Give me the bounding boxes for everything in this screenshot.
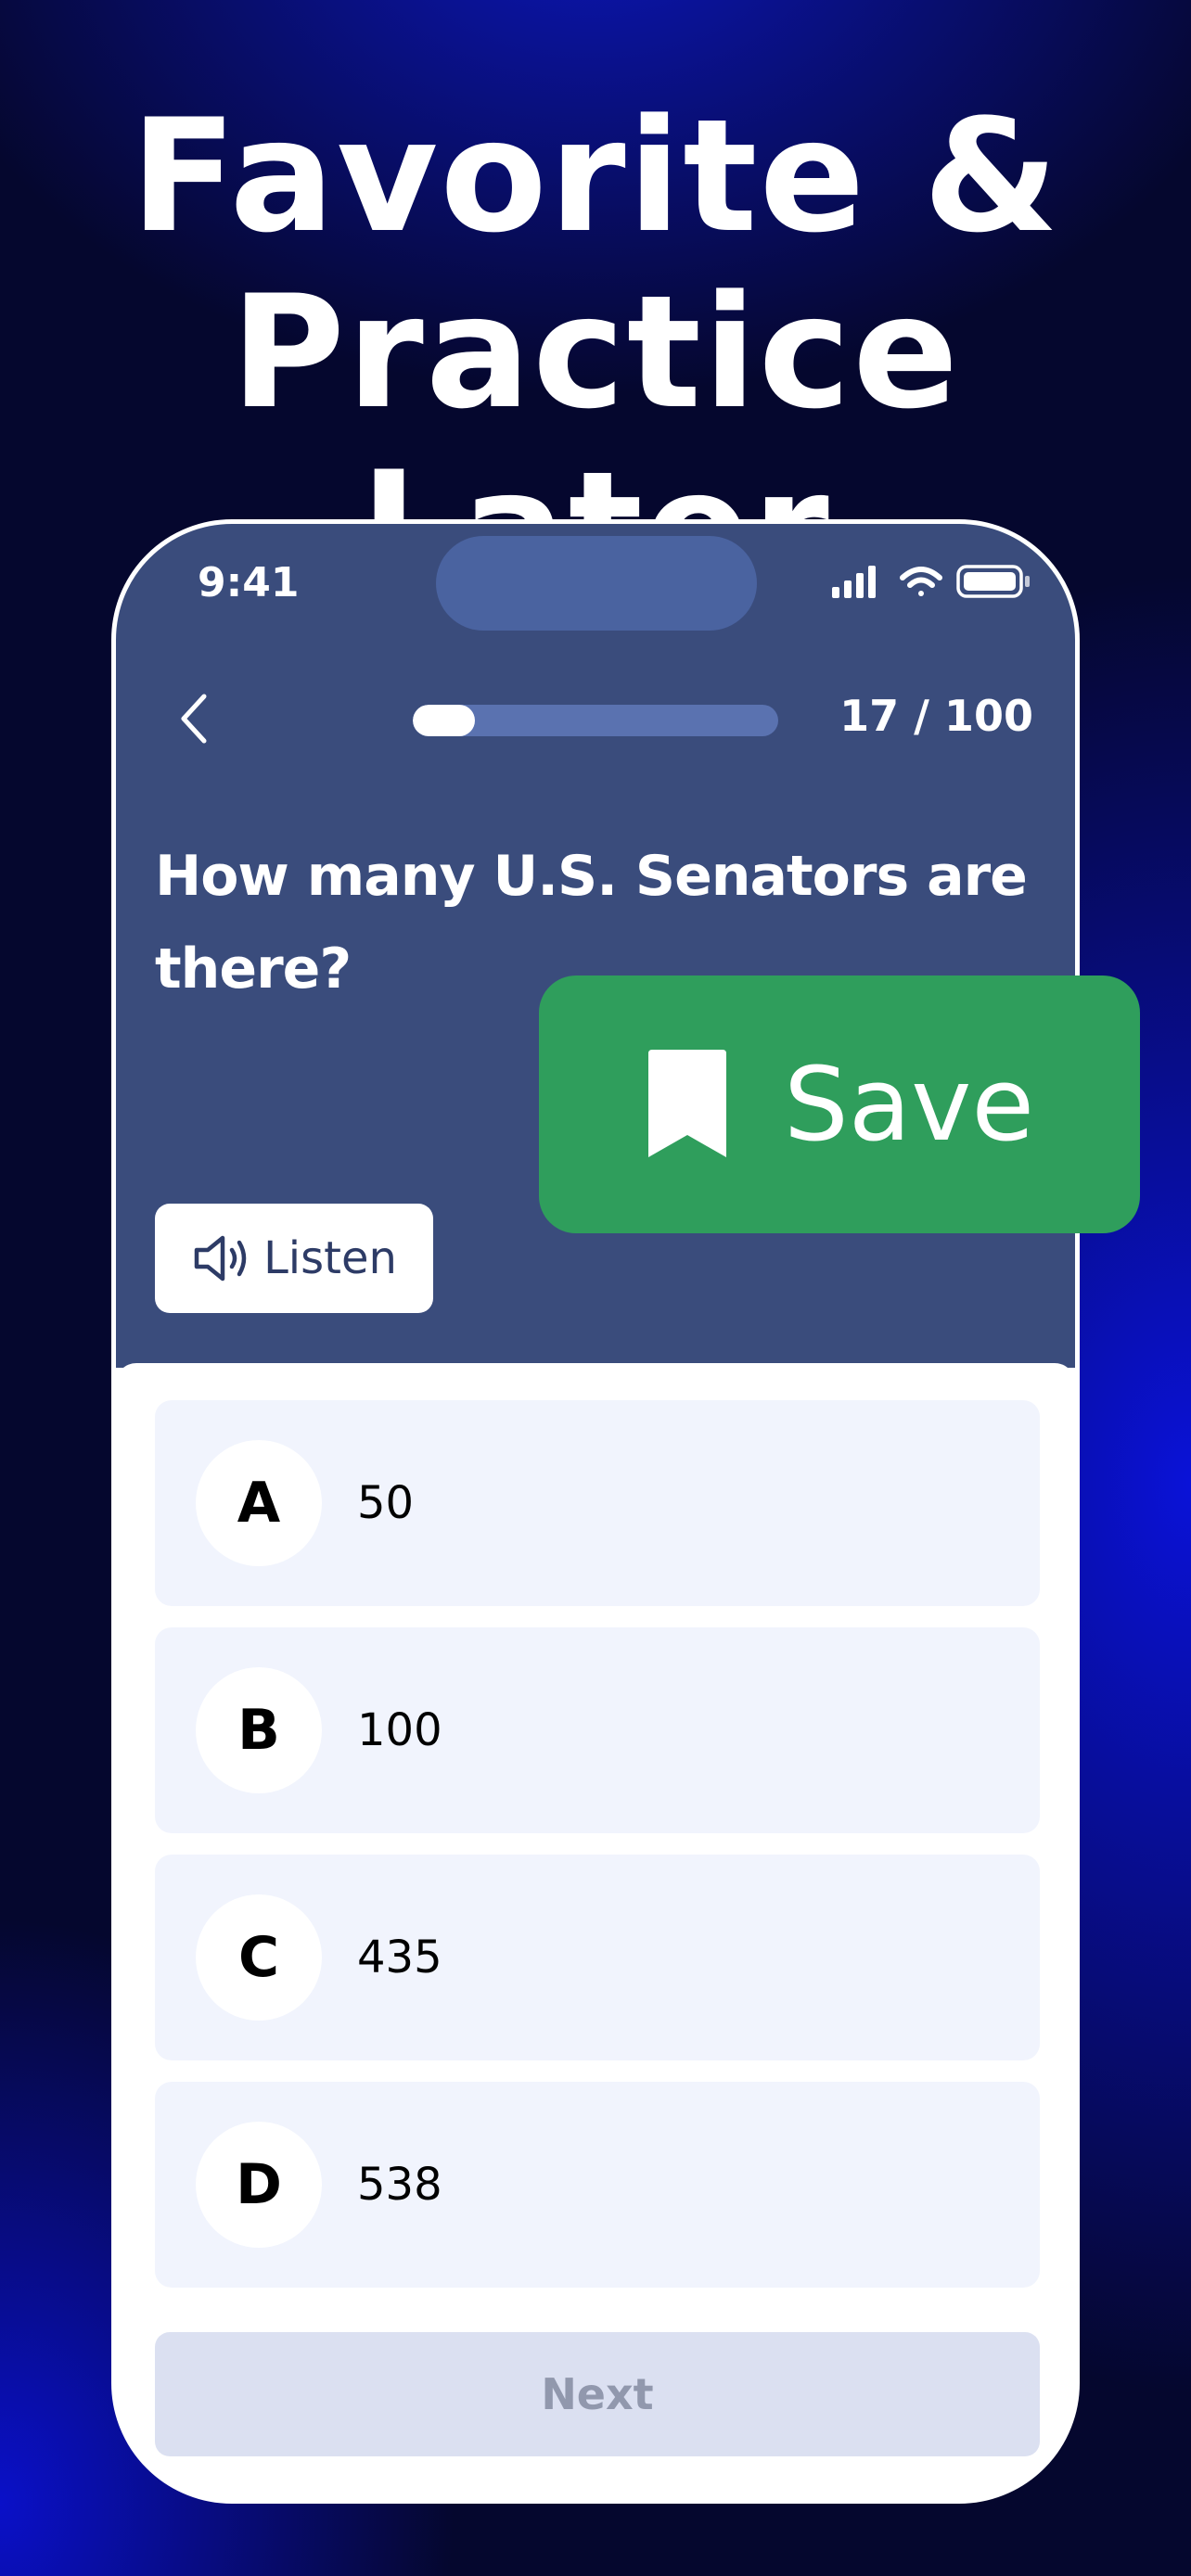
next-button[interactable]: Next [155,2332,1040,2456]
battery-icon [956,565,1030,598]
option-text: 50 [357,1477,415,1529]
option-letter-badge: B [196,1667,322,1793]
progress-bar [413,705,778,736]
bookmark-icon [647,1050,726,1157]
listen-button[interactable]: Listen [155,1204,433,1313]
cellular-signal-icon [832,566,876,598]
answer-option-c[interactable]: C 435 [155,1855,1040,2060]
headline-line-1: Favorite & [130,85,1061,267]
listen-label: Listen [263,1232,397,1284]
option-text: 538 [357,2159,442,2211]
question-counter: 17 / 100 [839,691,1033,741]
status-time: 9:41 [198,559,300,606]
option-text: 100 [357,1704,442,1756]
save-button[interactable]: Save [539,976,1140,1233]
status-icons [832,563,1036,600]
answer-option-a[interactable]: A 50 [155,1400,1040,1606]
option-letter-badge: D [196,2122,322,2248]
answer-option-d[interactable]: D 538 [155,2082,1040,2288]
option-letter-badge: C [196,1894,322,2021]
phone-frame: 9:41 17 / 100 How many U.S. Senators are… [111,519,1080,2504]
question-header-area: 9:41 17 / 100 How many U.S. Senators are… [116,524,1075,1368]
dynamic-island [436,536,757,631]
progress-bar-fill [413,705,475,736]
speaker-icon [194,1235,247,1282]
option-letter-badge: A [196,1440,322,1566]
chevron-left-icon [181,694,207,744]
option-text: 435 [357,1932,442,1983]
wifi-icon [900,567,942,596]
back-button[interactable] [162,686,227,751]
answer-option-b[interactable]: B 100 [155,1627,1040,1833]
save-label: Save [783,1045,1034,1164]
